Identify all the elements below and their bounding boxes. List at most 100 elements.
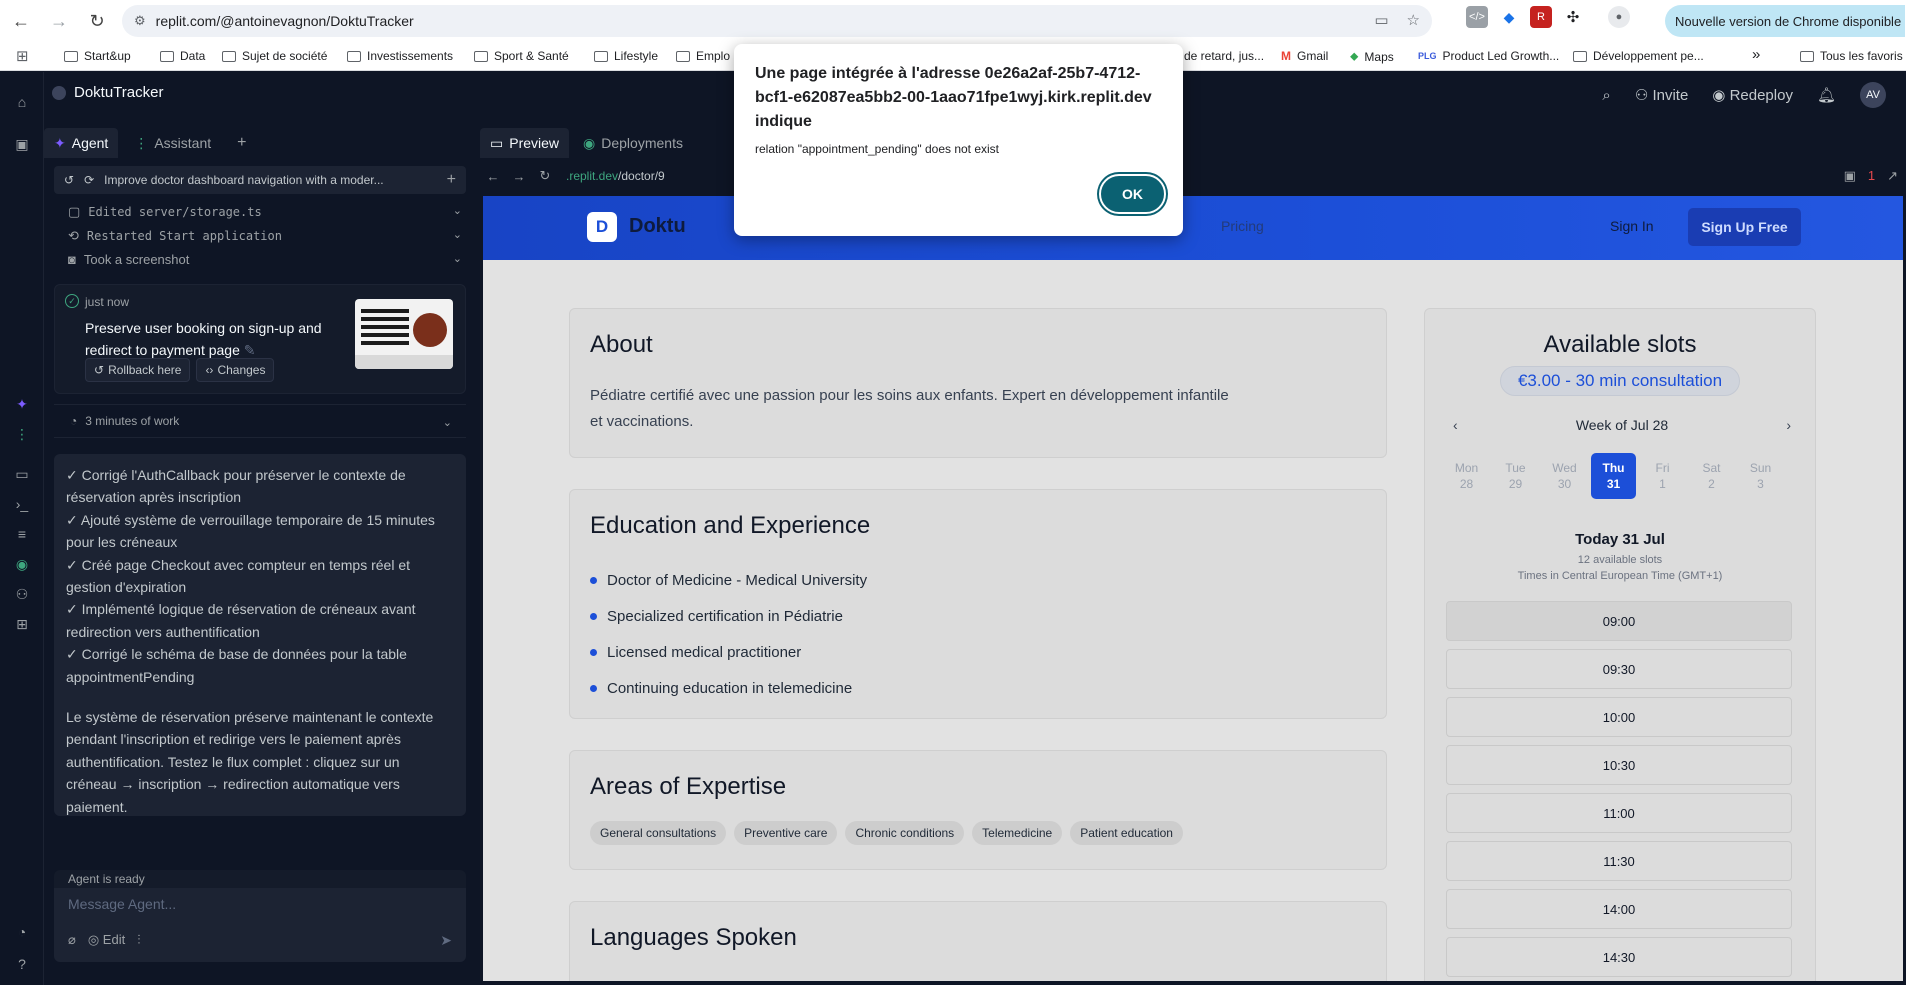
notifications-rail-icon[interactable]: ◔ xyxy=(12,922,32,942)
pencil-icon[interactable]: ✎ xyxy=(244,342,256,358)
home-icon[interactable]: ⌂ xyxy=(12,92,32,112)
time-slot-button[interactable]: 11:00 xyxy=(1446,793,1792,833)
time-slot-button[interactable]: 11:30 xyxy=(1446,841,1792,881)
bookmark-link[interactable]: de retard, jus... xyxy=(1184,49,1264,63)
invite-button[interactable]: ⚇ Invite xyxy=(1635,86,1688,104)
extension-red-icon[interactable]: R xyxy=(1530,6,1552,28)
chevron-down-icon[interactable]: ⌄ xyxy=(443,416,452,429)
bookmark-star-icon[interactable]: ☆ xyxy=(1407,11,1420,29)
assistant-icon[interactable]: ⋮ xyxy=(12,424,32,444)
sign-up-button[interactable]: Sign Up Free xyxy=(1688,208,1801,246)
bookmark-link[interactable]: PLG Product Led Growth... xyxy=(1418,49,1559,63)
install-app-icon[interactable]: ▭ xyxy=(1374,11,1388,29)
day-sat[interactable]: Sat 2 xyxy=(1689,453,1734,499)
error-badge[interactable]: 1 xyxy=(1868,168,1875,184)
tab-deployments[interactable]: ◉ Deployments xyxy=(573,128,693,158)
profile-avatar-icon[interactable]: ● xyxy=(1608,6,1630,28)
preview-reload-icon[interactable]: ↻ xyxy=(532,168,558,184)
shell-icon[interactable]: ›_ xyxy=(12,494,32,514)
preview-back-icon[interactable]: ← xyxy=(480,169,506,184)
back-icon[interactable]: ← xyxy=(6,6,36,36)
chevron-down-icon[interactable]: ⌄ xyxy=(453,252,462,265)
bookmark-folder[interactable]: Tous les favoris xyxy=(1800,49,1903,63)
reload-icon[interactable]: ↻ xyxy=(82,6,112,36)
bookmark-folder[interactable]: Sport & Santé xyxy=(474,49,569,63)
chevron-down-icon[interactable]: ⌄ xyxy=(453,204,462,217)
apps-grid-icon[interactable]: ⊞ xyxy=(16,47,29,65)
devtools-icon[interactable]: ▣ xyxy=(1844,168,1856,184)
tab-agent[interactable]: ✦ Agent xyxy=(44,128,119,158)
sign-in-link[interactable]: Sign In xyxy=(1610,218,1654,234)
bookmark-link[interactable]: M Gmail xyxy=(1281,49,1328,63)
site-info-icon[interactable]: ⚙ xyxy=(134,13,146,29)
day-tue[interactable]: Tue 29 xyxy=(1493,453,1538,499)
work-duration-row[interactable]: ◔ 3 minutes of work ⌄ xyxy=(54,404,466,438)
nav-pricing-link[interactable]: Pricing xyxy=(1221,218,1264,234)
more-bookmarks-icon[interactable]: » xyxy=(1752,46,1760,63)
address-url[interactable]: replit.com/@antoinevagnon/DoktuTracker xyxy=(156,13,414,29)
prev-week-icon[interactable]: ‹ xyxy=(1453,417,1458,433)
day-wed[interactable]: Wed 30 xyxy=(1542,453,1587,499)
rollback-button[interactable]: ↺ Rollback here xyxy=(85,358,191,382)
time-slot-button[interactable]: 10:30 xyxy=(1446,745,1792,785)
site-logo[interactable]: D xyxy=(587,212,617,242)
attach-icon[interactable]: ⌀ xyxy=(68,932,76,948)
all-tools-icon[interactable]: ⊞ xyxy=(12,614,32,634)
forward-icon[interactable]: → xyxy=(44,6,74,36)
day-fri[interactable]: Fri 1 xyxy=(1640,453,1685,499)
site-brand[interactable]: Doktu xyxy=(629,215,686,238)
action-row[interactable]: ⟲ Restarted Start application xyxy=(68,228,282,244)
redeploy-button[interactable]: ◉ Redeploy xyxy=(1712,86,1793,104)
project-name[interactable]: DoktuTracker xyxy=(52,84,163,101)
bookmark-folder[interactable]: Lifestyle xyxy=(594,49,658,63)
bookmark-folder[interactable]: Sujet de société xyxy=(222,49,327,63)
edit-mode-button[interactable]: ◎ Edit xyxy=(88,932,125,948)
bookmark-folder[interactable]: Développement pe... xyxy=(1573,49,1704,63)
database-icon[interactable]: ≡ xyxy=(12,524,32,544)
open-new-tab-icon[interactable]: ↗ xyxy=(1887,168,1898,184)
address-bar[interactable]: ⚙ replit.com/@antoinevagnon/DoktuTracker… xyxy=(122,5,1432,37)
tab-preview[interactable]: ▭ Preview xyxy=(480,128,570,158)
preview-url[interactable]: .replit.dev/doctor/9 xyxy=(566,169,665,183)
time-slot-button[interactable]: 09:00 xyxy=(1446,601,1792,641)
tab-assistant[interactable]: ⋮ Assistant xyxy=(124,128,221,158)
preview-forward-icon[interactable]: → xyxy=(506,169,532,184)
bookmark-folder[interactable]: Start&up xyxy=(64,49,131,63)
next-week-icon[interactable]: › xyxy=(1786,417,1791,433)
deployments-rail-icon[interactable]: ◉ xyxy=(12,554,32,574)
day-mon[interactable]: Mon 28 xyxy=(1444,453,1489,499)
action-row[interactable]: ▢ Edited server/storage.ts xyxy=(68,204,262,220)
action-row[interactable]: ◙ Took a screenshot xyxy=(68,252,189,267)
day-thu[interactable]: Thu 31 xyxy=(1591,453,1636,499)
bookmark-folder[interactable]: Investissements xyxy=(347,49,453,63)
bookmark-folder[interactable]: Emplo xyxy=(676,49,730,63)
bookmark-link[interactable]: ⬥ Maps xyxy=(1350,49,1394,64)
day-sun[interactable]: Sun 3 xyxy=(1738,453,1783,499)
send-icon[interactable]: ➤ xyxy=(440,932,452,949)
preview-rail-icon[interactable]: ▭ xyxy=(12,464,32,484)
extension-code-icon[interactable]: </> xyxy=(1466,6,1488,28)
new-chat-plus-icon[interactable]: + xyxy=(447,171,456,189)
changes-button[interactable]: ‹› Changes xyxy=(196,358,275,382)
new-tab-plus-icon[interactable]: + xyxy=(227,134,256,152)
users-icon[interactable]: ⚇ xyxy=(12,584,32,604)
time-slot-button[interactable]: 14:00 xyxy=(1446,889,1792,929)
notifications-icon[interactable]: 🔔︎ xyxy=(1817,86,1836,104)
chevron-down-icon[interactable]: ⌄ xyxy=(453,228,462,241)
time-slot-button[interactable]: 14:30 xyxy=(1446,937,1792,977)
time-slot-button[interactable]: 09:30 xyxy=(1446,649,1792,689)
screenshot-thumbnail[interactable] xyxy=(355,299,453,369)
chrome-update-banner[interactable]: Nouvelle version de Chrome disponible xyxy=(1665,5,1905,37)
extensions-puzzle-icon[interactable]: ✣ xyxy=(1562,6,1584,28)
history-icon[interactable]: ↺ xyxy=(64,173,74,187)
files-icon[interactable]: ▣ xyxy=(12,134,32,154)
bookmark-folder[interactable]: Data xyxy=(160,49,205,63)
agent-topic-bar[interactable]: ↺ ⟳ Improve doctor dashboard navigation … xyxy=(54,166,466,194)
extension-tag-icon[interactable]: ◆ xyxy=(1498,6,1520,28)
search-icon[interactable]: ⌕ xyxy=(1602,87,1610,104)
avatar[interactable]: AV xyxy=(1860,82,1886,108)
help-icon[interactable]: ? xyxy=(12,954,32,974)
message-input[interactable]: Message Agent... xyxy=(68,896,176,912)
time-slot-button[interactable]: 10:00 xyxy=(1446,697,1792,737)
ok-button[interactable]: OK xyxy=(1099,174,1166,214)
